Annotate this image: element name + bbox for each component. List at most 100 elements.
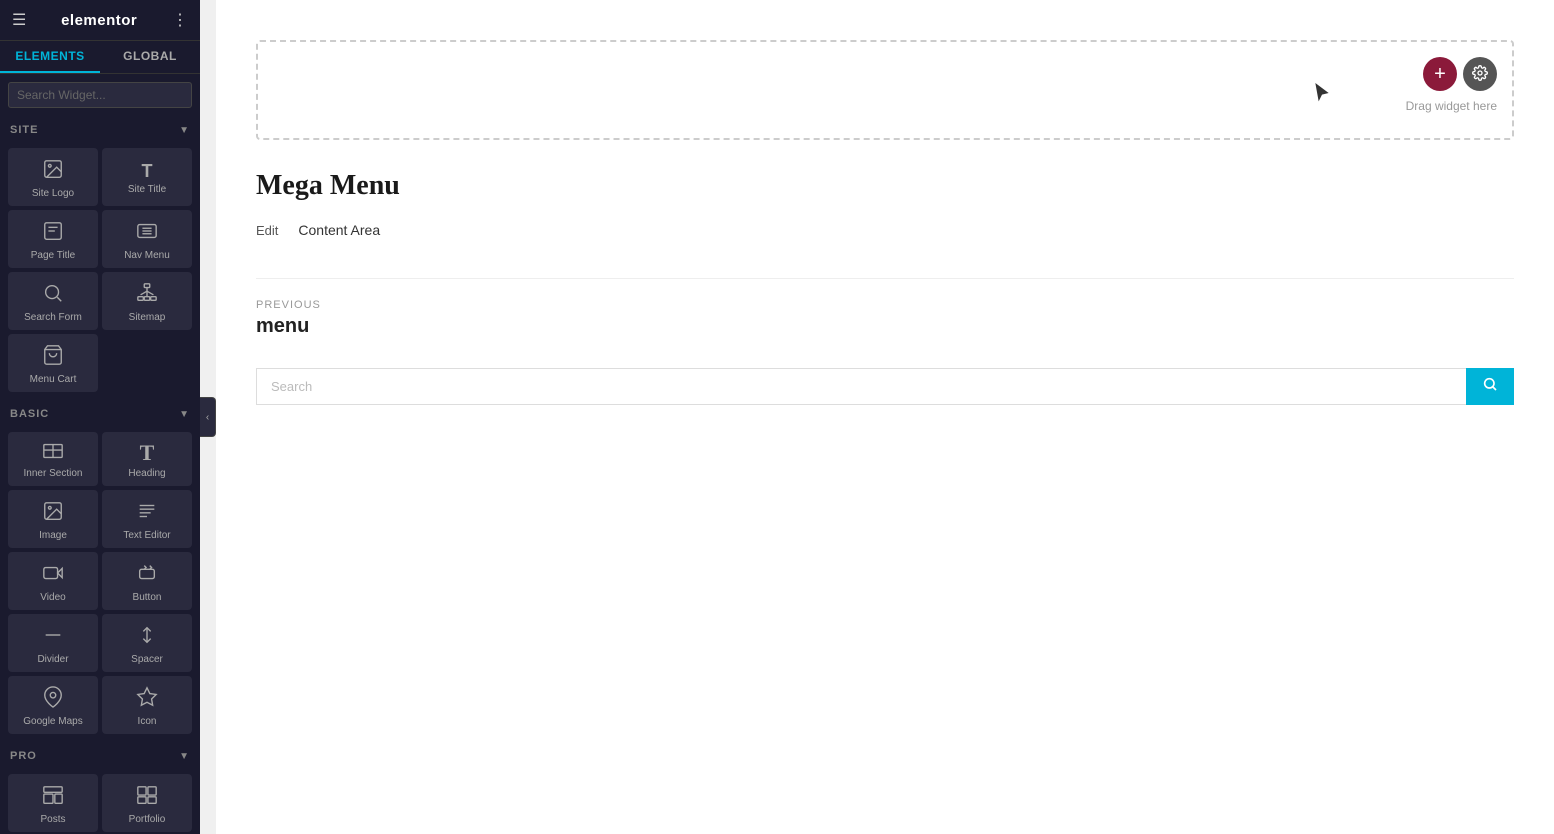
nav-previous-link[interactable]: menu	[256, 315, 1514, 338]
nav-previous-label: PREVIOUS	[256, 299, 1514, 311]
site-logo-icon	[42, 158, 64, 184]
bottom-search-container	[256, 368, 1514, 405]
plus-icon: +	[1434, 64, 1446, 84]
pro-widget-grid: Posts Portfolio	[0, 770, 200, 834]
search-icon	[1482, 376, 1498, 397]
button-icon	[136, 562, 158, 588]
widget-divider[interactable]: Divider	[8, 614, 98, 672]
sitemap-icon	[136, 282, 158, 308]
search-input[interactable]	[8, 82, 192, 108]
site-widget-grid: Site Logo T Site Title Page Title Nav Me…	[0, 144, 200, 400]
widget-text-editor-label: Text Editor	[123, 530, 170, 542]
chevron-down-icon: ▼	[179, 125, 190, 136]
widget-divider-label: Divider	[37, 654, 68, 666]
nav-menu-icon	[136, 220, 158, 246]
widget-sitemap-label: Sitemap	[129, 312, 166, 324]
google-maps-icon	[42, 686, 64, 712]
text-editor-icon	[136, 500, 158, 526]
gear-icon	[1472, 65, 1488, 84]
widget-inner-section-label: Inner Section	[24, 468, 83, 480]
content-area-label: Content Area	[298, 222, 380, 238]
widget-nav-menu[interactable]: Nav Menu	[102, 210, 192, 268]
heading-icon: T	[140, 442, 155, 464]
widget-portfolio[interactable]: Portfolio	[102, 774, 192, 832]
section-basic-header[interactable]: BASIC ▼	[0, 400, 200, 428]
mega-menu-title: Mega Menu	[256, 170, 1514, 202]
basic-widget-grid: Inner Section T Heading Image Text Edito…	[0, 428, 200, 742]
icon-widget-icon	[136, 686, 158, 712]
drag-widget-zone: + Drag widget here	[256, 40, 1514, 140]
widget-heading-label: Heading	[128, 468, 165, 480]
widget-icon-label: Icon	[138, 716, 157, 728]
widget-posts-label: Posts	[40, 814, 65, 826]
posts-icon	[42, 784, 64, 810]
widget-image-label: Image	[39, 530, 67, 542]
search-form-icon	[42, 282, 64, 308]
video-icon	[42, 562, 64, 588]
tab-elements[interactable]: ELEMENTS	[0, 41, 100, 73]
bottom-search-button[interactable]	[1466, 368, 1514, 405]
sidebar-tabs: ELEMENTS GLOBAL	[0, 41, 200, 74]
widget-google-maps-label: Google Maps	[23, 716, 82, 728]
sidebar-collapse-button[interactable]: ‹	[200, 397, 216, 437]
settings-widget-button[interactable]	[1463, 57, 1497, 91]
widget-inner-section[interactable]: Inner Section	[8, 432, 98, 486]
drag-hint-text: Drag widget here	[1406, 99, 1497, 113]
bottom-search-input[interactable]	[256, 368, 1466, 405]
edit-link[interactable]: Edit	[256, 223, 278, 238]
widget-site-title[interactable]: T Site Title	[102, 148, 192, 206]
widget-icon[interactable]: Icon	[102, 676, 192, 734]
widget-spacer[interactable]: Spacer	[102, 614, 192, 672]
chevron-down-icon-pro: ▼	[179, 751, 190, 762]
widget-page-title[interactable]: Page Title	[8, 210, 98, 268]
menu-cart-icon	[42, 344, 64, 370]
grid-icon[interactable]: ⋮	[172, 10, 188, 30]
widget-site-logo-label: Site Logo	[32, 188, 74, 200]
site-title-icon: T	[142, 162, 153, 180]
widget-text-editor[interactable]: Text Editor	[102, 490, 192, 548]
widget-site-title-label: Site Title	[128, 184, 166, 196]
widget-menu-cart-label: Menu Cart	[30, 374, 77, 386]
mega-menu-section: Mega Menu Edit Content Area	[256, 170, 1514, 238]
widget-search-form[interactable]: Search Form	[8, 272, 98, 330]
search-container	[0, 74, 200, 116]
widget-portfolio-label: Portfolio	[129, 814, 166, 826]
nav-section: PREVIOUS menu	[256, 278, 1514, 338]
sidebar: ☰ elementor ⋮ ELEMENTS GLOBAL SITE ▼ Sit…	[0, 0, 200, 834]
chevron-down-icon-basic: ▼	[179, 409, 190, 420]
spacer-icon	[136, 624, 158, 650]
image-icon	[42, 500, 64, 526]
section-pro-header[interactable]: PRO ▼	[0, 742, 200, 770]
widget-button-label: Button	[133, 592, 162, 604]
divider-icon	[42, 624, 64, 650]
section-site-label: SITE	[10, 124, 38, 136]
section-basic-label: BASIC	[10, 408, 49, 420]
widget-sitemap[interactable]: Sitemap	[102, 272, 192, 330]
widget-button[interactable]: Button	[102, 552, 192, 610]
app-title: elementor	[61, 12, 137, 29]
main-canvas: + Drag widget here Mega Menu Edit Conten…	[216, 0, 1554, 834]
widget-action-buttons: +	[1423, 57, 1497, 91]
section-site-header[interactable]: SITE ▼	[0, 116, 200, 144]
sidebar-header: ☰ elementor ⋮	[0, 0, 200, 41]
canvas-area: + Drag widget here Mega Menu Edit Conten…	[216, 0, 1554, 834]
widget-posts[interactable]: Posts	[8, 774, 98, 832]
add-widget-button[interactable]: +	[1423, 57, 1457, 91]
tab-global[interactable]: GLOBAL	[100, 41, 200, 73]
widget-page-title-label: Page Title	[31, 250, 75, 262]
widget-image[interactable]: Image	[8, 490, 98, 548]
widget-site-logo[interactable]: Site Logo	[8, 148, 98, 206]
inner-section-icon	[42, 442, 64, 464]
widget-search-form-label: Search Form	[24, 312, 82, 324]
content-area-row: Edit Content Area	[256, 222, 1514, 238]
hamburger-icon[interactable]: ☰	[12, 10, 26, 30]
widget-heading[interactable]: T Heading	[102, 432, 192, 486]
widget-menu-cart[interactable]: Menu Cart	[8, 334, 98, 392]
page-title-icon	[42, 220, 64, 246]
widget-video[interactable]: Video	[8, 552, 98, 610]
widget-google-maps[interactable]: Google Maps	[8, 676, 98, 734]
cursor-indicator	[1312, 83, 1332, 108]
widget-nav-menu-label: Nav Menu	[124, 250, 170, 262]
widget-spacer-label: Spacer	[131, 654, 163, 666]
widget-video-label: Video	[40, 592, 65, 604]
